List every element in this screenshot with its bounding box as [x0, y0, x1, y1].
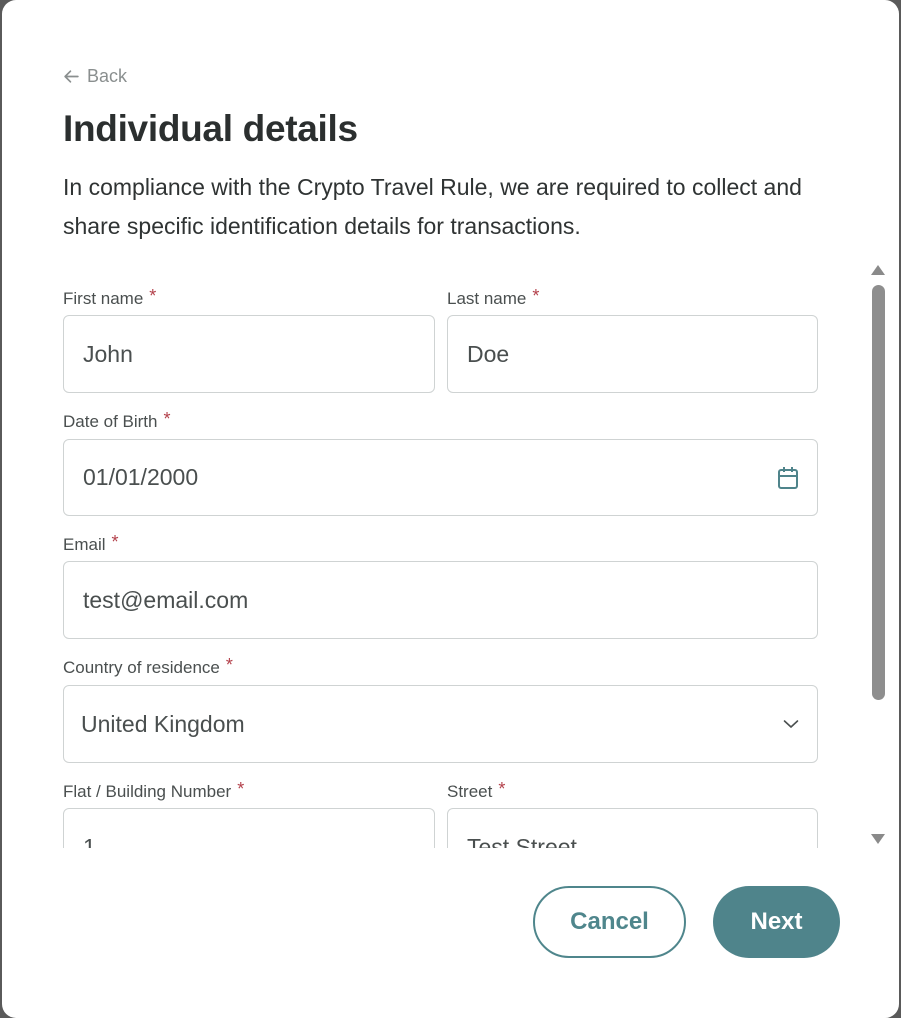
page-description: In compliance with the Crypto Travel Rul…	[63, 174, 802, 239]
required-marker: *	[225, 655, 233, 675]
street-label: Street *	[447, 779, 506, 802]
first-name-value: John	[83, 340, 133, 367]
last-name-input[interactable]: Doe	[447, 315, 818, 393]
required-marker: *	[111, 532, 119, 552]
dob-value: 01/01/2000	[83, 464, 199, 490]
email-value: test@email.com	[83, 586, 249, 613]
required-marker: *	[532, 286, 540, 306]
chevron-down-icon	[783, 719, 799, 729]
back-label: Back	[87, 66, 128, 86]
cancel-button[interactable]: Cancel	[533, 886, 686, 958]
country-label-text: Country of residence	[63, 658, 220, 677]
back-link[interactable]: Back	[63, 66, 127, 87]
scroll-down-arrow-icon[interactable]	[871, 834, 885, 844]
email-input[interactable]: test@email.com	[63, 561, 818, 639]
required-marker: *	[163, 409, 171, 429]
required-marker: *	[498, 779, 506, 799]
last-name-value: Doe	[467, 340, 510, 367]
dob-input[interactable]: 01/01/2000	[63, 439, 818, 516]
first-name-input[interactable]: John	[63, 315, 435, 393]
required-marker: *	[237, 779, 245, 799]
form-scroll-area[interactable]: First name * John Last name * Doe Date o…	[2, 270, 899, 848]
country-select[interactable]: United Kingdom	[63, 685, 818, 763]
form-scrollbar[interactable]	[868, 260, 888, 850]
dob-label: Date of Birth *	[63, 409, 171, 432]
individual-details-modal: Back Individual details In compliance wi…	[2, 0, 899, 1018]
email-label: Email *	[63, 532, 119, 555]
building-number-label-text: Flat / Building Number	[63, 782, 232, 801]
country-label: Country of residence *	[63, 655, 233, 678]
back-arrow-icon	[64, 70, 79, 83]
first-name-label: First name *	[63, 286, 157, 309]
scrollbar-thumb[interactable]	[872, 285, 885, 700]
street-label-text: Street	[447, 782, 493, 801]
last-name-label: Last name *	[447, 286, 540, 309]
country-value: United Kingdom	[81, 710, 245, 737]
email-label-text: Email	[63, 535, 106, 554]
building-number-label: Flat / Building Number *	[63, 779, 245, 802]
first-name-label-text: First name	[63, 289, 144, 308]
building-number-value: 1	[83, 833, 96, 849]
street-value: Test Street	[467, 833, 577, 849]
building-number-input[interactable]: 1	[63, 808, 435, 848]
dob-label-text: Date of Birth	[63, 412, 158, 431]
next-button[interactable]: Next	[713, 886, 840, 958]
required-marker: *	[149, 286, 157, 306]
last-name-label-text: Last name	[447, 289, 527, 308]
scroll-up-arrow-icon[interactable]	[871, 265, 885, 275]
page-title: Individual details	[63, 108, 358, 149]
calendar-icon[interactable]	[777, 466, 799, 490]
street-input[interactable]: Test Street	[447, 808, 818, 848]
